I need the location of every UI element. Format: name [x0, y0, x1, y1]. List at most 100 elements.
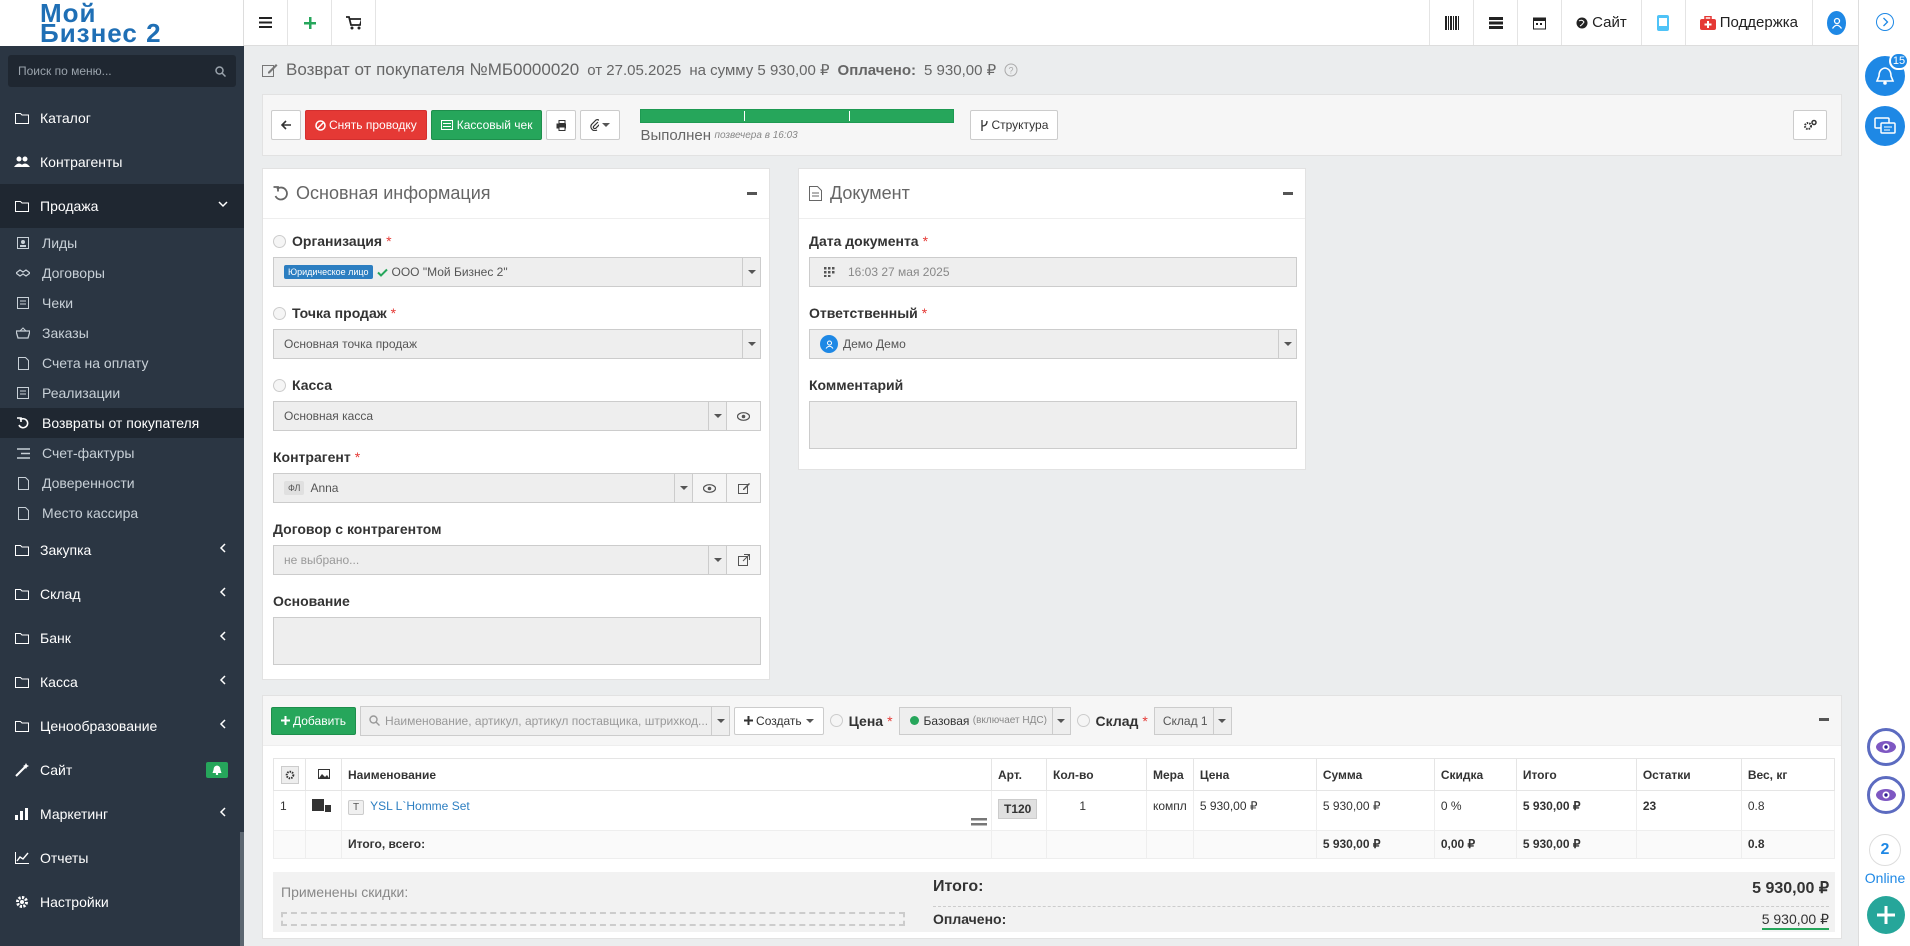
support-button[interactable]: Поддержка	[1684, 0, 1812, 45]
column-header-discount[interactable]: Скидка	[1433, 758, 1517, 791]
eye-widget-1[interactable]	[1867, 728, 1905, 766]
open-contract-button[interactable]	[726, 546, 760, 574]
price-type-select[interactable]: Базовая (включает НДС)	[898, 706, 1071, 735]
item-total-cell: 5 930,00 ₽	[1515, 790, 1637, 831]
sidebar-item-cash[interactable]: Касса	[0, 660, 244, 704]
field-toggle-icon[interactable]	[273, 234, 286, 248]
server-button[interactable]	[1473, 0, 1517, 45]
sidebar-subitem-receipts[interactable]: Чеки	[0, 288, 244, 318]
column-header-price[interactable]: Цена	[1192, 758, 1317, 791]
sidebar-subitem-cashier-place[interactable]: Место кассира	[0, 498, 244, 528]
structure-button[interactable]: Структура	[970, 110, 1059, 140]
menu-search-input[interactable]: Поиск по меню...	[8, 55, 236, 87]
sidebar-subitem-tax-invoices[interactable]: Счет-фактуры	[0, 438, 244, 468]
mobile-app-button[interactable]	[1640, 0, 1685, 45]
column-header-qty[interactable]: Кол-во	[1046, 758, 1147, 791]
column-header-art[interactable]: Арт.	[991, 758, 1047, 791]
column-settings-button[interactable]	[280, 765, 299, 784]
unpost-button[interactable]: Снять проводку	[305, 110, 427, 140]
collapse-icon[interactable]	[1819, 718, 1829, 721]
wand-icon	[15, 763, 29, 777]
field-toggle-icon[interactable]	[273, 306, 286, 320]
comment-label: Комментарий	[809, 377, 904, 393]
chevron-right-circle-icon[interactable]	[1875, 12, 1895, 32]
sidebar-item-warehouse[interactable]: Склад	[0, 572, 244, 616]
item-name-link[interactable]: YSL L`Homme Set	[370, 799, 470, 813]
sidebar-item-catalog[interactable]: Каталог	[0, 96, 244, 140]
cart-button[interactable]	[332, 0, 376, 45]
column-settings-header[interactable]	[273, 758, 306, 791]
menu-toggle-button[interactable]	[244, 0, 288, 45]
sidebar-item-bank[interactable]: Банк	[0, 616, 244, 660]
collapse-icon[interactable]	[1283, 192, 1293, 195]
column-header-weight[interactable]: Вес, кг	[1740, 758, 1836, 791]
contractor-select[interactable]: ФЛ Anna	[273, 473, 761, 503]
field-toggle-icon[interactable]	[1076, 714, 1090, 727]
chat-button[interactable]	[1865, 106, 1905, 146]
collapse-icon[interactable]	[747, 192, 757, 195]
view-contractor-button[interactable]	[692, 474, 726, 502]
sidebar-item-settings[interactable]: Настройки	[0, 880, 244, 924]
column-header-sum[interactable]: Сумма	[1315, 758, 1435, 791]
point-of-sale-select[interactable]: Основная точка продаж	[273, 329, 761, 359]
add-item-button[interactable]: Добавить	[271, 706, 357, 735]
item-search-input[interactable]: Наименование, артикул, артикул поставщик…	[360, 705, 731, 736]
view-cash-button[interactable]	[726, 402, 760, 430]
drag-handle-icon[interactable]	[971, 818, 987, 826]
cash-label: Касса	[273, 375, 761, 395]
cash-receipt-button[interactable]: Кассовый чек	[430, 110, 543, 140]
cash-register-select[interactable]: Основная касса	[273, 401, 761, 431]
user-avatar-button[interactable]	[1812, 0, 1860, 45]
sidebar-subitem-leads[interactable]: Лиды	[0, 228, 244, 258]
sidebar-item-purchases[interactable]: Закупка	[0, 528, 244, 572]
warehouse-select[interactable]: Склад 1	[1153, 706, 1232, 735]
document-header[interactable]: Документ	[799, 169, 1305, 219]
create-dropdown-button[interactable]: Создать	[734, 706, 824, 735]
caret-down-icon	[747, 342, 756, 346]
item-qty-cell[interactable]: 1	[1046, 790, 1147, 831]
back-button[interactable]	[271, 110, 301, 140]
responsible-select[interactable]: Демо Демо	[809, 329, 1297, 359]
organization-select[interactable]: Юридическое лицо ООО "Мой Бизнес 2"	[273, 257, 761, 287]
field-toggle-icon[interactable]	[829, 714, 843, 727]
sidebar-scrollbar[interactable]	[240, 832, 244, 946]
sidebar-subitem-powers-of-attorney[interactable]: Доверенности	[0, 468, 244, 498]
sidebar-item-marketing[interactable]: Маркетинг	[0, 792, 244, 836]
document-settings-button[interactable]	[1793, 110, 1827, 140]
edit-contractor-button[interactable]	[726, 474, 760, 502]
column-header-total[interactable]: Итого	[1515, 758, 1637, 791]
sidebar-subitem-returns[interactable]: Возвраты от покупателя	[0, 408, 244, 438]
sidebar-subitem-contracts[interactable]: Договоры	[0, 258, 244, 288]
print-button[interactable]	[546, 110, 577, 140]
document-date-input[interactable]: 16:03 27 мая 2025	[809, 257, 1297, 287]
item-price-cell[interactable]: 5 930,00 ₽	[1192, 790, 1317, 831]
table-row[interactable]: 1 Т YSL L`Homme Set T120 1 компл 5 930,00…	[273, 790, 1836, 831]
sidebar-subitem-invoices[interactable]: Счета на оплату	[0, 348, 244, 378]
help-icon[interactable]: ?	[1004, 63, 1018, 77]
item-discount-cell[interactable]: 0 %	[1433, 790, 1517, 831]
search-dropdown-toggle[interactable]	[711, 706, 729, 735]
attach-dropdown-button[interactable]	[580, 110, 621, 140]
sidebar-item-reports[interactable]: Отчеты	[0, 836, 244, 880]
calendar-button[interactable]	[1517, 0, 1561, 45]
sidebar-item-site[interactable]: Сайт	[0, 748, 244, 792]
barcode-button[interactable]	[1429, 0, 1473, 45]
quick-add-button[interactable]	[1867, 896, 1905, 934]
logo[interactable]: Мой Бизнес 2	[0, 0, 244, 46]
add-button[interactable]	[288, 0, 332, 45]
sidebar-subitem-orders[interactable]: Заказы	[0, 318, 244, 348]
column-header-unit[interactable]: Мера	[1146, 758, 1194, 791]
main-info-header[interactable]: Основная информация	[263, 169, 769, 219]
column-header-stock[interactable]: Остатки	[1635, 758, 1742, 791]
sidebar-subitem-sales[interactable]: Реализации	[0, 378, 244, 408]
column-header-name[interactable]: Наименование	[341, 758, 992, 791]
comment-textarea[interactable]	[809, 401, 1297, 449]
field-toggle-icon[interactable]	[273, 378, 286, 392]
eye-widget-2[interactable]	[1867, 776, 1905, 814]
site-button[interactable]: Сайт	[1561, 0, 1641, 45]
sidebar-item-contractors[interactable]: Контрагенты	[0, 140, 244, 184]
contract-select[interactable]: не выбрано...	[273, 545, 761, 575]
basis-textarea[interactable]	[273, 617, 761, 665]
sidebar-item-pricing[interactable]: Ценообразование	[0, 704, 244, 748]
sidebar-item-sales[interactable]: Продажа	[0, 184, 244, 228]
